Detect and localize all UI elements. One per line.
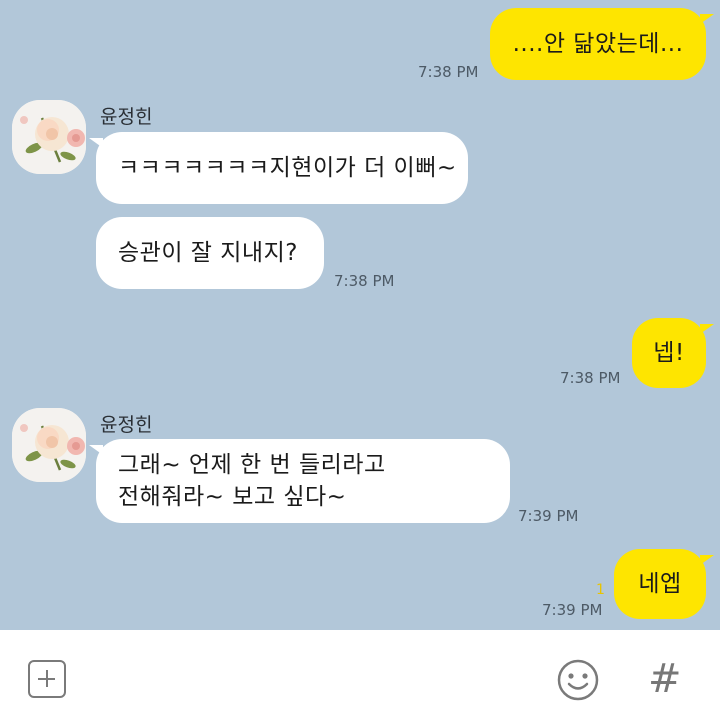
bubble-tail <box>89 138 103 148</box>
emoticon-icon[interactable] <box>556 658 600 702</box>
message-text: 넵! <box>653 340 685 366</box>
sender-name: 윤정힌 <box>100 414 153 436</box>
message-text: 승관이 잘 지내지? <box>118 240 298 266</box>
message-time: 7:39 PM <box>542 601 603 619</box>
message-bubble-incoming[interactable]: 승관이 잘 지내지? <box>96 217 324 289</box>
message-text: 그래~ 언제 한 번 들리라고 전해줘라~ 보고 싶다~ <box>118 452 386 510</box>
bubble-tail <box>700 324 714 334</box>
message-bubble-outgoing[interactable]: 네엡 <box>614 549 706 619</box>
message-text: ㅋㅋㅋㅋㅋㅋㅋ지현이가 더 이뻐~ <box>118 155 457 181</box>
sender-name: 윤정힌 <box>100 106 153 128</box>
rose-avatar[interactable] <box>12 100 86 174</box>
message-time: 7:39 PM <box>518 507 579 525</box>
bubble-tail <box>700 14 714 24</box>
bubble-tail <box>700 555 714 565</box>
message-text: 네엡 <box>638 571 682 597</box>
message-bubble-outgoing[interactable]: 넵! <box>632 318 706 388</box>
input-bar <box>0 630 720 727</box>
unread-count: 1 <box>596 582 605 598</box>
plus-square-icon[interactable] <box>28 660 66 698</box>
chat-area: ....안 닮았는데... 7:38 PM 윤정힌 ㅋㅋㅋㅋㅋㅋㅋ지현이가 더 … <box>0 0 720 630</box>
message-text: ....안 닮았는데... <box>512 31 684 57</box>
hash-icon[interactable]: # <box>648 655 682 703</box>
bubble-tail <box>89 445 103 455</box>
rose-avatar[interactable] <box>12 408 86 482</box>
message-bubble-outgoing[interactable]: ....안 닮았는데... <box>490 8 706 80</box>
message-bubble-incoming[interactable]: ㅋㅋㅋㅋㅋㅋㅋ지현이가 더 이뻐~ <box>96 132 468 204</box>
message-time: 7:38 PM <box>560 369 621 387</box>
message-time: 7:38 PM <box>418 63 479 81</box>
message-bubble-incoming[interactable]: 그래~ 언제 한 번 들리라고 전해줘라~ 보고 싶다~ <box>96 439 510 523</box>
message-time: 7:38 PM <box>334 272 395 290</box>
